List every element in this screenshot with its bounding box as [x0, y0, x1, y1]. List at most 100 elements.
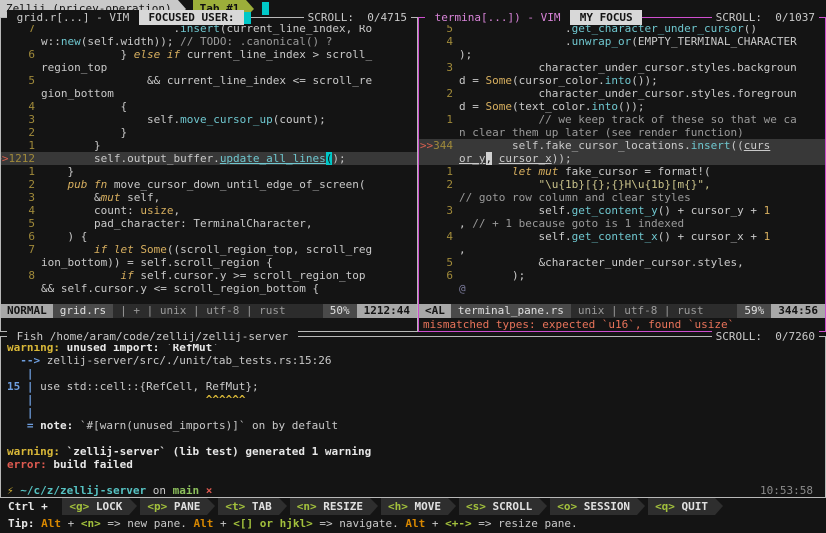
keybar-pill-quit[interactable]: <q> QUIT [648, 498, 723, 515]
text-segment: 4 [28, 204, 35, 217]
code-row: ); [419, 48, 825, 61]
text-segment: { [41, 100, 127, 113]
text-segment: = [7, 419, 40, 432]
text-segment: // goto row column and clear styles [459, 191, 691, 204]
line-number-gutter [419, 152, 459, 165]
text-segment: <p> [147, 500, 167, 513]
my-focus-badge: MY FOCUS [570, 10, 642, 25]
output-line: | ^^^^^^ [7, 393, 825, 406]
text-segment: 4 [28, 100, 35, 113]
code-row: 2 character_under_cursor.styles.foregrou… [419, 87, 825, 100]
line-number-gutter: 3 [419, 204, 459, 217]
top-panes-row: grid.r[...] - VIM FOCUSED USER: SCROLL: … [0, 17, 826, 332]
text-segment: 3 [446, 204, 453, 217]
line-number-gutter: 3 [419, 61, 459, 74]
file-meta: | + | unix | utf-8 | rust [113, 304, 293, 318]
text-segment: get_content_x [572, 230, 658, 243]
code-row: gion_bottom [1, 87, 417, 100]
text-segment [492, 152, 499, 165]
keybar-pill-body: <o> SESSION [550, 498, 637, 515]
text-segment: } [41, 126, 127, 139]
text-segment: , [173, 204, 180, 217]
fish-pane[interactable]: Fish /home/aram/code/zellij/zellij-serve… [0, 336, 826, 498]
text-segment: && self.cursor.y <= scroll_region_bottom… [41, 282, 319, 295]
keybar-pill-session[interactable]: <o> SESSION [550, 498, 645, 515]
text-segment: use std::cell::{RefCell, RefMut}; [40, 380, 259, 393]
code-row: 4 count: usize, [1, 204, 417, 217]
terminal-pane[interactable]: termina[...]) - VIM MY FOCUS SCROLL: 0/1… [418, 17, 826, 332]
text-segment: 1 [28, 165, 35, 178]
code-row: or_y, cursor_x)); [419, 152, 825, 165]
line-number-gutter: 4 [419, 230, 459, 243]
text-segment: 15 | [7, 380, 40, 393]
output-line: 15 | use std::cell::{RefCell, RefMut}; [7, 380, 825, 393]
text-segment: ); [459, 48, 472, 61]
text-segment: --> [20, 354, 47, 367]
text-segment: 5 [28, 74, 35, 87]
keybinding-pills: <g> LOCK<p> PANE<t> TAB<n> RESIZE<h> MOV… [62, 498, 726, 515]
scroll-indicator: SCROLL: 0/7260 [712, 329, 819, 344]
text-segment: 5 [446, 256, 453, 269]
keybar-pill-scroll[interactable]: <s> SCROLL [459, 498, 547, 515]
code-row: 4 .unwrap_or(EMPTY_TERMINAL_CHARACTER [419, 35, 825, 48]
text-segment: ((scroll_region_top, scroll_reg [167, 243, 372, 256]
line-number-gutter [1, 256, 41, 269]
text-segment: . [684, 139, 691, 152]
compiler-output: warning: unused import: `RefMut` --> zel… [7, 341, 825, 484]
text-segment: w:: [41, 35, 61, 48]
code-row: 3 character_under_cursor.styles.backgrou… [419, 61, 825, 74]
text-segment: self, [120, 191, 160, 204]
scroll-percent: 59% [737, 304, 771, 318]
code-row: // goto row column and clear styles [419, 191, 825, 204]
code-row: region_top [1, 61, 417, 74]
code-row: 1 } [1, 165, 417, 178]
powerline-arrow-icon [207, 498, 215, 515]
keybar-pill-move[interactable]: <h> MOVE [381, 498, 456, 515]
line-number-gutter: 3 [1, 113, 41, 126]
code-row: 3 self.get_content_y() + cursor_y + 1 [419, 204, 825, 217]
line-number-gutter: 2 [1, 126, 41, 139]
text-segment: self. [459, 230, 572, 243]
code-row: 2 "\u{1b}[{};{}H\u{1b}[m{}", [419, 178, 825, 191]
keybar-pill-resize[interactable]: <n> RESIZE [290, 498, 378, 515]
code-row: , [419, 243, 825, 256]
text-segment: PANE [167, 500, 200, 513]
text-segment [40, 393, 206, 406]
text-segment: unwrap_or [572, 35, 632, 48]
text-segment: d = [459, 74, 486, 87]
text-segment: LOCK [89, 500, 122, 513]
code-row: 5 && current_line_index <= scroll_re [1, 74, 417, 87]
line-number-gutter: >>344 [419, 139, 459, 152]
clock: 10:53:58 [760, 484, 825, 497]
keybar-pill-body: <p> PANE [140, 498, 207, 515]
text-segment: note: [40, 419, 80, 432]
code-row: , // + 1 because goto is 1 indexed [419, 217, 825, 230]
keybar-pill-tab[interactable]: <t> TAB [218, 498, 286, 515]
grid-pane[interactable]: grid.r[...] - VIM FOCUSED USER: SCROLL: … [0, 17, 418, 332]
keybar-pill-pane[interactable]: <p> PANE [140, 498, 215, 515]
line-number-gutter: 8 [1, 269, 41, 282]
text-segment: (count); [273, 113, 326, 126]
line-number-gutter: 1 [1, 139, 41, 152]
line-number-gutter: 4 [1, 100, 41, 113]
text-segment: pub fn [68, 178, 108, 191]
text-segment: warning: [7, 445, 67, 458]
text-segment: `zellij-server` (lib test) generated 1 w… [67, 445, 372, 458]
text-segment: gion_bottom [41, 87, 114, 100]
keybar-pill-lock[interactable]: <g> LOCK [62, 498, 137, 515]
text-segment: | [7, 393, 40, 406]
text-segment: >> [1, 152, 9, 165]
text-segment: <o> [557, 500, 577, 513]
text-segment: insert [691, 139, 731, 152]
line-number-gutter: 6 [419, 269, 459, 282]
text-segment: ion_bottom)) = self.scroll_region { [41, 256, 273, 269]
code-row: 4 self.get_content_x() + cursor_x + 1 [419, 230, 825, 243]
focused-user-badge: FOCUSED USER: [139, 10, 244, 25]
text-segment: Alt [405, 517, 425, 530]
text-segment: "\u{1b}[{};{}H\u{1b}[m{}", [538, 178, 710, 191]
powerline-arrow-icon [539, 498, 547, 515]
text-segment: 8 [28, 269, 35, 282]
text-segment: <s> [466, 500, 486, 513]
code-row: d = Some(cursor_color.into()); [419, 74, 825, 87]
shell-prompt[interactable]: ⚡ ~/c/z/zellij-server on main × 10:53:58 [7, 484, 825, 497]
